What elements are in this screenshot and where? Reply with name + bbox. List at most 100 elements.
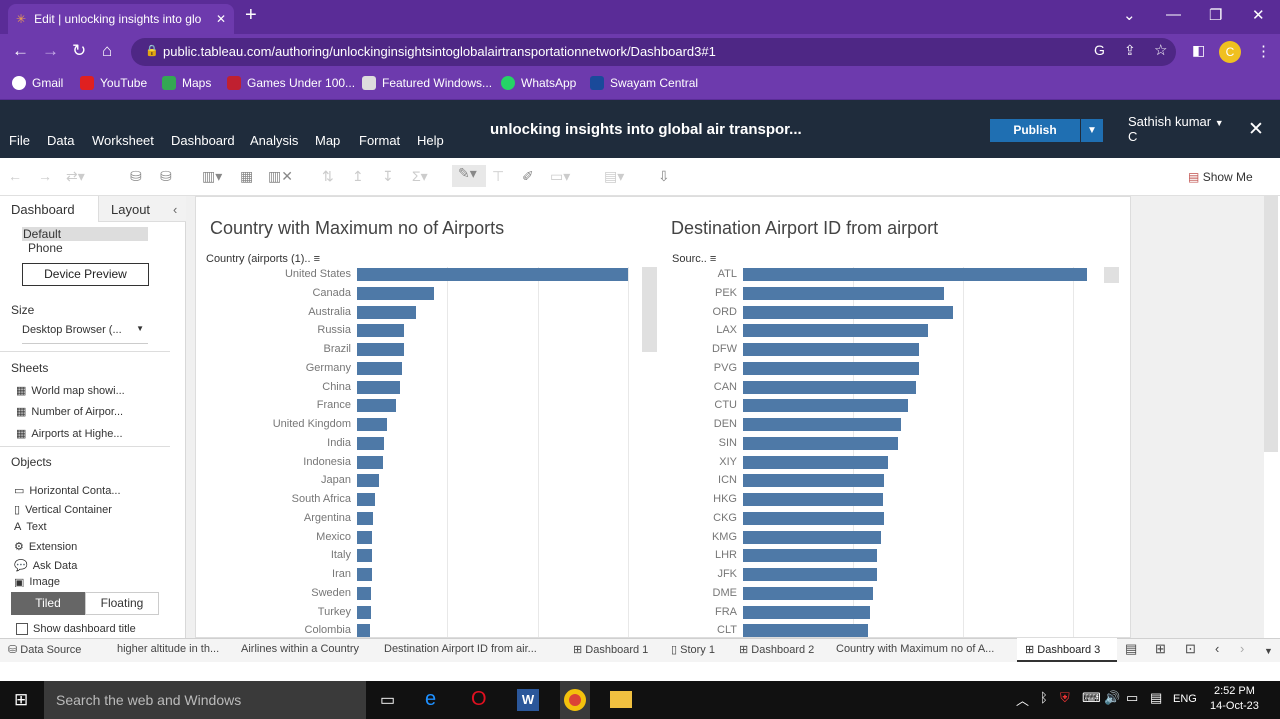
menu-dashboard[interactable]: Dashboard [171, 133, 235, 148]
chart2-column-header[interactable]: Sourc.. ≡ [672, 253, 716, 265]
new-story-icon[interactable]: ⊡ [1185, 641, 1196, 657]
bar[interactable] [743, 305, 953, 319]
sheet-item[interactable]: ▦ Airports at Highe... [16, 427, 123, 441]
bar-label[interactable]: CAN [662, 381, 737, 393]
browser-tab[interactable]: ✳ Edit | unlocking insights into glo ✕ [8, 4, 234, 34]
publish-button[interactable]: Publish [990, 119, 1080, 142]
tab-close-icon[interactable]: ✕ [216, 12, 226, 26]
bar-label[interactable]: CLT [662, 624, 737, 636]
sort-desc-icon[interactable]: ↧ [382, 168, 394, 185]
bar-label[interactable]: United Kingdom [196, 418, 351, 430]
window-close-icon[interactable]: ✕ [1252, 6, 1265, 24]
bar-label[interactable]: FRA [662, 606, 737, 618]
bar[interactable] [743, 605, 870, 619]
bar[interactable] [357, 268, 628, 281]
sheet-item[interactable]: ▦ World map showi... [16, 384, 125, 398]
menu-help[interactable]: Help [417, 133, 444, 148]
new-worksheet-icon[interactable]: ▤ [1125, 641, 1137, 657]
bookmark-maps[interactable]: Maps [162, 76, 211, 90]
size-select[interactable]: Desktop Browser (... ▼ [22, 324, 148, 344]
bar-label[interactable]: LAX [662, 324, 737, 336]
chrome-icon[interactable] [564, 689, 586, 711]
show-cards-icon[interactable]: ▤▾ [604, 168, 624, 185]
bar-label[interactable]: CKG [662, 512, 737, 524]
minimize-icon[interactable]: — [1166, 6, 1181, 23]
opera-icon[interactable]: O [471, 688, 487, 711]
object-extension[interactable]: ⚙ Extension [14, 540, 77, 554]
bar-label[interactable]: Sweden [196, 587, 351, 599]
word-icon[interactable]: W [517, 689, 539, 711]
bar-label[interactable]: Russia [196, 324, 351, 336]
menu-format[interactable]: Format [359, 133, 400, 148]
language-indicator[interactable]: ENG [1173, 693, 1197, 705]
tab-layout[interactable]: Layout [111, 202, 150, 217]
bar-label[interactable]: Iran [196, 568, 351, 580]
bar[interactable] [743, 399, 908, 413]
sidebar-icon[interactable]: ◧ [1192, 42, 1205, 59]
duplicate-sheet-icon[interactable]: ▦ [240, 168, 253, 185]
bar[interactable] [357, 305, 416, 319]
close-authoring-icon[interactable]: ✕ [1248, 118, 1264, 141]
bar[interactable] [357, 361, 402, 375]
security-icon[interactable]: ⛨ [1060, 690, 1070, 706]
google-icon[interactable]: G [1094, 42, 1105, 58]
edge-icon[interactable]: e [425, 688, 436, 711]
tab-search-icon[interactable]: ⌄ [1123, 6, 1136, 24]
url-field[interactable]: public.tableau.com/authoring/unlockingin… [131, 38, 1176, 66]
bookmark-featured-windows[interactable]: Featured Windows... [362, 76, 492, 90]
home-icon[interactable]: ⌂ [102, 41, 112, 61]
windows-start-icon[interactable]: ⊞ [14, 690, 28, 710]
bar-label[interactable]: ICN [662, 474, 737, 486]
new-dashboard-icon[interactable]: ⊞ [1155, 641, 1166, 657]
clock[interactable]: 2:52 PM 14-Oct-23 [1210, 684, 1259, 714]
clear-sheet-icon[interactable]: ▥✕ [268, 168, 293, 185]
bar-label[interactable]: Mexico [196, 531, 351, 543]
volume-icon[interactable]: 🔊 [1104, 690, 1120, 706]
object-text[interactable]: A Text [14, 521, 47, 533]
bar-label[interactable]: HKG [662, 493, 737, 505]
bar-label[interactable]: Japan [196, 474, 351, 486]
tiled-button[interactable]: Tiled [11, 592, 85, 615]
bar-label[interactable]: KMG [662, 531, 737, 543]
bar-label[interactable]: PVG [662, 362, 737, 374]
bar[interactable] [743, 586, 873, 600]
bar-label[interactable]: China [196, 381, 351, 393]
bar[interactable] [357, 493, 375, 506]
object-ask-data[interactable]: 💬 Ask Data [14, 559, 77, 573]
menu-worksheet[interactable]: Worksheet [92, 133, 154, 148]
bar-label[interactable]: India [196, 437, 351, 449]
bar[interactable] [743, 380, 916, 394]
menu-file[interactable]: File [9, 133, 30, 148]
bar-label[interactable]: XIY [662, 456, 737, 468]
share-icon[interactable]: ⇪ [1124, 42, 1136, 59]
bar[interactable] [357, 380, 400, 394]
sort-icon[interactable]: ≡ [314, 253, 320, 265]
bar[interactable] [743, 568, 877, 581]
bar[interactable] [357, 624, 370, 637]
tab-data-source[interactable]: ⛁ Data Source [8, 643, 81, 656]
bar-label[interactable]: DFW [662, 343, 737, 355]
bookmark-whatsapp[interactable]: WhatsApp [501, 76, 576, 90]
forward-icon[interactable]: → [42, 41, 59, 61]
bar[interactable] [357, 549, 372, 563]
scroll-right-icon[interactable]: › [1240, 641, 1244, 656]
publish-dropdown-icon[interactable]: ▼ [1081, 119, 1103, 142]
bar[interactable] [357, 511, 373, 525]
object-horizontal-container[interactable]: ▭ Horizontal Conta... [14, 484, 121, 498]
totals-icon[interactable]: Σ▾ [412, 168, 428, 185]
bar-label[interactable]: South Africa [196, 493, 351, 505]
bar[interactable] [743, 436, 898, 450]
maximize-icon[interactable]: ❐ [1209, 6, 1222, 24]
tab-story-1[interactable]: ▯ Story 1 [671, 643, 715, 656]
bar[interactable] [357, 474, 379, 488]
reload-icon[interactable]: ↻ [72, 41, 86, 61]
redo-icon[interactable]: → [38, 168, 52, 184]
bookmark-youtube[interactable]: YouTube [80, 76, 147, 90]
bar-label[interactable]: Australia [196, 306, 351, 318]
new-datasource-icon[interactable]: ⛁ [130, 168, 142, 185]
bar-label[interactable]: United States [196, 268, 351, 280]
bar-label[interactable]: CTU [662, 399, 737, 411]
file-explorer-icon[interactable] [610, 691, 632, 708]
bookmark-swayam[interactable]: Swayam Central [590, 76, 698, 90]
highlight-icon[interactable]: ✎▾ [452, 165, 486, 187]
